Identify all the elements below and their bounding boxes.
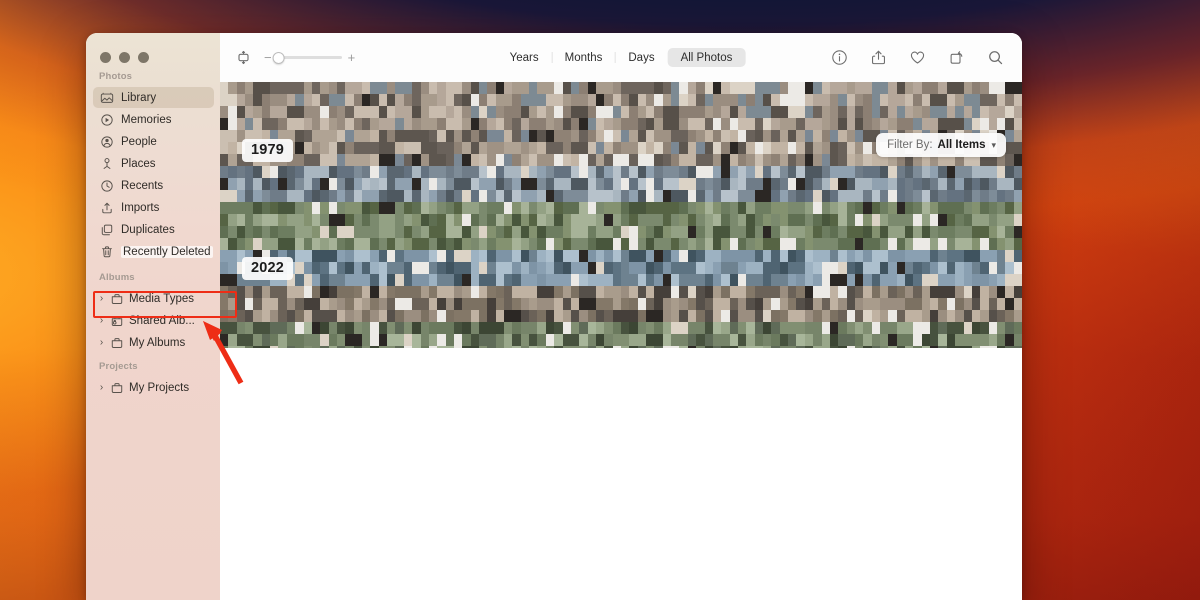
album-icon [110, 292, 124, 306]
sidebar-item-label: Imports [121, 201, 160, 214]
sidebar-section-title-projects: Projects [99, 361, 138, 372]
close-button[interactable] [100, 52, 111, 63]
rotate-button[interactable] [945, 47, 967, 69]
sidebar-section-title-photos: Photos [99, 71, 133, 82]
sidebar-item-shared-albums[interactable]: › Shared Alb... [93, 310, 214, 331]
sidebar-item-library[interactable]: Library [93, 87, 214, 108]
album-icon [110, 381, 124, 395]
toolbar: − + Years Months Days All Photos [220, 33, 1022, 82]
trash-icon [100, 245, 114, 259]
duplicates-icon [100, 223, 114, 237]
year-label-chip: 2022 [242, 257, 294, 280]
sidebar-item-duplicates[interactable]: Duplicates [93, 219, 214, 240]
chevron-right-icon[interactable]: › [97, 315, 106, 326]
sidebar-item-label: Duplicates [121, 223, 175, 236]
sidebar-item-places[interactable]: Places [93, 153, 214, 174]
zoom-in-button[interactable]: + [348, 51, 356, 64]
sidebar-item-media-types[interactable]: › Media Types [93, 288, 214, 309]
photo-grid[interactable]: 1979 2022 Filter By: All Items ▾ [220, 82, 1022, 348]
sidebar-section-title-albums: Albums [99, 272, 135, 283]
empty-content-area [220, 348, 1022, 600]
filter-by-value: All Items [937, 139, 986, 151]
memories-icon [100, 113, 114, 127]
sidebar-item-imports[interactable]: Imports [93, 197, 214, 218]
album-icon [110, 336, 124, 350]
window-traffic-lights [86, 41, 220, 71]
zoom-slider-track[interactable] [272, 51, 342, 64]
maximize-button[interactable] [138, 52, 149, 63]
aspect-layout-icon[interactable] [232, 47, 254, 69]
search-button[interactable] [984, 47, 1006, 69]
sidebar-item-my-projects[interactable]: › My Projects [93, 377, 214, 398]
tab-all-photos[interactable]: All Photos [667, 48, 746, 67]
photo-thumbnail-mosaic[interactable] [220, 82, 1022, 348]
filter-by-dropdown[interactable]: Filter By: All Items ▾ [876, 133, 1006, 157]
sidebar-item-label: Library [121, 91, 157, 104]
imports-icon [100, 201, 114, 215]
sidebar-item-memories[interactable]: Memories [93, 109, 214, 130]
info-button[interactable] [828, 47, 850, 69]
sidebar-item-label: My Projects [129, 381, 190, 394]
zoom-out-button[interactable]: − [264, 51, 272, 64]
sidebar-item-label: Recents [121, 179, 164, 192]
favorite-button[interactable] [906, 47, 928, 69]
sidebar-item-my-albums[interactable]: › My Albums [93, 332, 214, 353]
sidebar-group-albums: Albums › Media Types › Shared Alb... › M… [86, 272, 220, 353]
share-button[interactable] [867, 47, 889, 69]
zoom-slider-knob[interactable] [272, 51, 285, 64]
sidebar-group-projects: Projects › My Projects [86, 361, 220, 398]
sidebar-item-label: Places [121, 157, 156, 170]
shared-album-icon [110, 314, 124, 328]
tab-years[interactable]: Years [497, 48, 552, 67]
minimize-button[interactable] [119, 52, 130, 63]
recents-icon [100, 179, 114, 193]
toolbar-left-group: − + [232, 47, 355, 69]
sidebar-item-recents[interactable]: Recents [93, 175, 214, 196]
filter-by-label: Filter By: [887, 139, 933, 151]
photos-window: Photos Library Memories People Places Re… [86, 33, 1022, 600]
chevron-right-icon[interactable]: › [97, 382, 106, 393]
sidebar-item-label: Media Types [129, 292, 194, 305]
sidebar-item-recently-deleted[interactable]: Recently Deleted [93, 241, 214, 262]
sidebar-item-label: My Albums [129, 336, 186, 349]
year-label-chip: 1979 [242, 139, 294, 162]
places-icon [100, 157, 114, 171]
sidebar-item-label: People [121, 135, 157, 148]
sidebar-item-people[interactable]: People [93, 131, 214, 152]
tab-days[interactable]: Days [614, 48, 667, 67]
sidebar-item-label: Memories [121, 113, 172, 126]
chevron-right-icon[interactable]: › [97, 293, 106, 304]
view-mode-segmented-control: Years Months Days All Photos [497, 47, 746, 69]
people-icon [100, 135, 114, 149]
zoom-slider-control[interactable]: − + [264, 51, 355, 64]
main-content-area: − + Years Months Days All Photos 1979 20… [220, 33, 1022, 600]
chevron-down-icon[interactable]: ▾ [991, 140, 996, 151]
toolbar-right-group [828, 47, 1006, 69]
chevron-right-icon[interactable]: › [97, 337, 106, 348]
library-icon [100, 91, 114, 105]
tab-months[interactable]: Months [551, 48, 616, 67]
sidebar-item-label: Recently Deleted [121, 245, 213, 258]
sidebar: Photos Library Memories People Places Re… [86, 33, 220, 600]
sidebar-item-label: Shared Alb... [129, 314, 195, 327]
sidebar-group-photos: Photos Library Memories People Places Re… [86, 71, 220, 262]
